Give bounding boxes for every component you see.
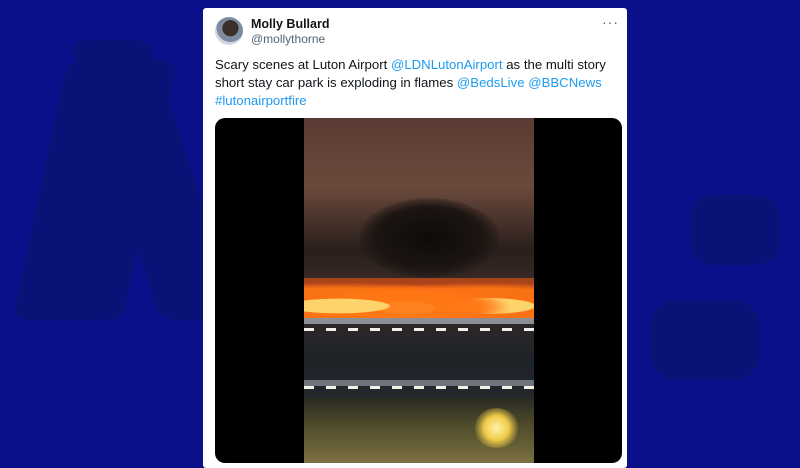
author-handle[interactable]: @mollythorne (251, 32, 325, 46)
avatar[interactable] (215, 17, 243, 45)
car-park-deck (304, 318, 534, 324)
mention-bedslive-link[interactable]: @BedsLive (457, 75, 525, 90)
video-frame[interactable] (304, 118, 534, 463)
background-logo-shape (650, 300, 760, 380)
hashtag-lutonairportfire-link[interactable]: #lutonairportfire (215, 93, 307, 108)
tweet-text: Scary scenes at Luton Airport @LDNLutonA… (215, 56, 621, 110)
author-name[interactable]: Molly Bullard (251, 17, 329, 31)
more-options-icon[interactable]: ··· (602, 14, 619, 30)
deck-lights (304, 386, 534, 389)
deck-lights (304, 328, 534, 331)
tweet-text-plain: Scary scenes at Luton Airport (215, 57, 391, 72)
mention-ldnlutonairport-link[interactable]: @LDNLutonAirport (391, 57, 503, 72)
video-player[interactable] (215, 118, 622, 463)
mention-bbcnews-link[interactable]: @BBCNews (528, 75, 601, 90)
background-logo-shape (690, 195, 780, 265)
smoke-cloud (359, 198, 499, 278)
tweet-card: Molly Bullard @mollythorne ··· Scary sce… (203, 8, 627, 468)
street-light-glow (474, 408, 519, 448)
flames (304, 278, 534, 318)
